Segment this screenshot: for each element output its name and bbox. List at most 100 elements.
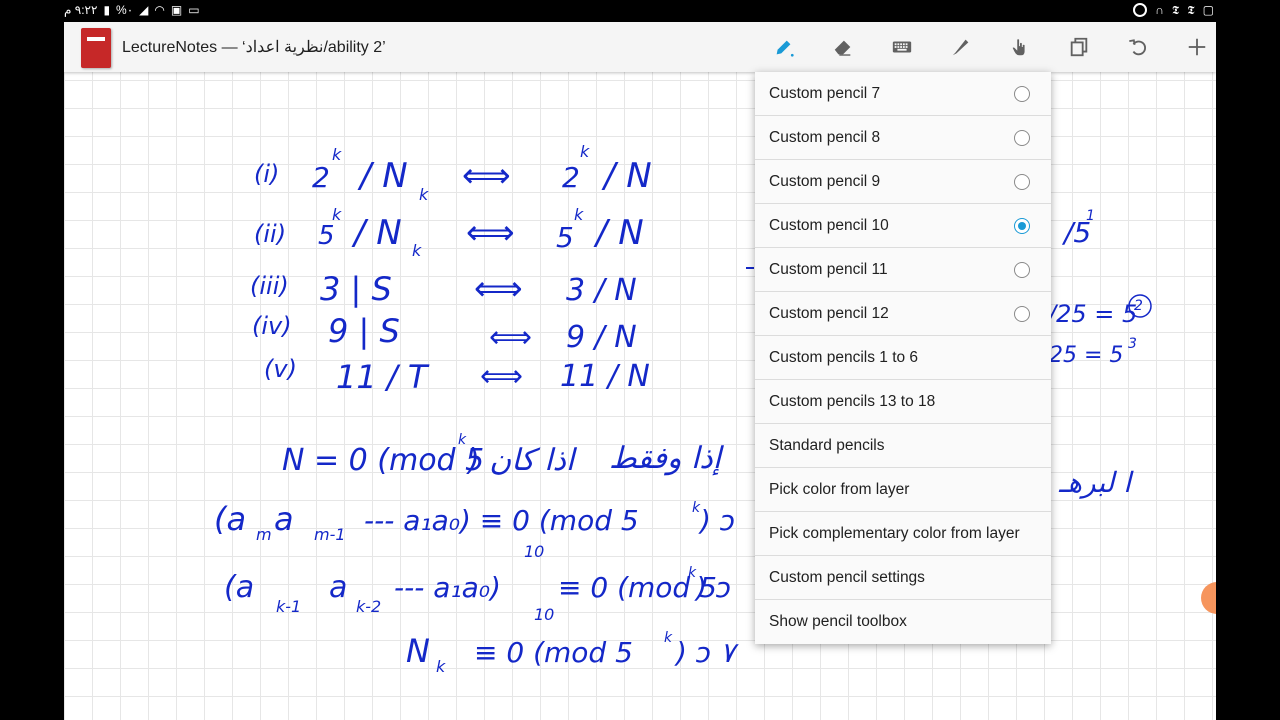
row5-right: 11 / N [560, 359, 650, 394]
keyboard-tool-button[interactable] [872, 22, 931, 72]
eq2-sub10: 10 [524, 542, 544, 561]
row2-arrow: ⟺ [466, 213, 515, 253]
right-frag1-exp: 1 [1086, 208, 1095, 224]
copy-layers-icon [1070, 37, 1087, 57]
eq4: N [406, 632, 430, 670]
row5-arrow: ⟺ [480, 359, 523, 394]
wifi-icon: ◠ [154, 3, 165, 17]
row1-left-sub: k [419, 185, 429, 204]
row2-right-exp: k [574, 205, 584, 224]
radio-button[interactable] [1014, 306, 1030, 322]
keyboard-icon [892, 41, 911, 53]
menu-item-label: Pick complementary color from layer [769, 524, 1020, 542]
menu-item-custom-pencils-13-18[interactable]: Custom pencils 13 to 18 [755, 380, 1051, 424]
row4-left: 9 | S [328, 312, 400, 350]
menu-item-label: Custom pencil 9 [769, 172, 881, 190]
pencil-tool-button[interactable] [754, 22, 813, 72]
row2-left-rest: / N [351, 213, 402, 253]
radio-button[interactable] [1014, 130, 1030, 146]
menu-item-custom-pencils-1-6[interactable]: Custom pencils 1 to 6 [755, 336, 1051, 380]
radio-button-selected[interactable] [1014, 218, 1030, 234]
menu-item-label: Custom pencil 11 [769, 260, 888, 278]
row5-label: (v) [264, 355, 297, 383]
menu-item-show-pencil-toolbox[interactable]: Show pencil toolbox [755, 600, 1051, 644]
battery-icon: ▮ [103, 3, 111, 17]
menu-item-standard-pencils[interactable]: Standard pencils [755, 424, 1051, 468]
battery-level: %٠ [116, 3, 134, 17]
arabic-frag: ا لبرهـ [1058, 466, 1134, 499]
news-icon-2: 𝕿 [1187, 3, 1195, 17]
eq1-arabic: إذا وفقط [609, 441, 725, 476]
menu-item-custom-pencil-12[interactable]: Custom pencil 12 [755, 292, 1051, 336]
add-icon [1188, 38, 1205, 56]
radio-button[interactable] [1014, 174, 1030, 190]
row4-label: (iv) [252, 312, 292, 340]
menu-item-label: Custom pencil 7 [769, 84, 881, 102]
eq2-end: ) ↄ [698, 504, 735, 537]
notification-icon: ▢ [1202, 3, 1214, 17]
status-bar: ٩:٢٢ م ▮ %٠ ◢ ◠ ▣ ▭ ∩ 𝕿 𝕿 ▢ [0, 0, 1280, 22]
row2-left: 5 [318, 221, 335, 251]
undo-icon [1128, 39, 1146, 56]
eq3-mid: a [329, 570, 347, 605]
row3-arrow: ⟺ [474, 269, 523, 309]
hand-icon [1012, 39, 1025, 56]
right-frag2: /25 = 5 [1046, 300, 1137, 328]
highlighter-tool-button[interactable] [931, 22, 990, 72]
menu-item-custom-pencil-9[interactable]: Custom pencil 9 [755, 160, 1051, 204]
menu-item-pick-color[interactable]: Pick color from layer [755, 468, 1051, 512]
row1-left-exp: k [332, 145, 342, 164]
row2-right: 5 [556, 221, 574, 254]
layers-tool-button[interactable] [1049, 22, 1108, 72]
row1-right: 2 [562, 161, 580, 194]
add-page-button[interactable] [1167, 22, 1216, 72]
row5-left: 11 / T [336, 358, 430, 396]
clock: ٩:٢٢ م [64, 3, 98, 17]
row1-label: (i) [254, 160, 279, 188]
menu-item-label: Custom pencils 1 to 6 [769, 348, 919, 366]
menu-item-custom-pencil-settings[interactable]: Custom pencil settings [755, 556, 1051, 600]
right-frag3-exp: 3 [1128, 336, 1137, 352]
eraser-tool-button[interactable] [813, 22, 872, 72]
menu-item-label: Standard pencils [769, 436, 885, 454]
radio-button[interactable] [1014, 262, 1030, 278]
menu-item-custom-pencil-10[interactable]: Custom pencil 10 [755, 204, 1051, 248]
pencil-icon [776, 40, 794, 57]
eq1-exp: k [458, 432, 467, 448]
eq3-sub1: k-1 [276, 597, 301, 616]
menu-item-label: Custom pencil 10 [769, 216, 889, 234]
eq1: N = 0 (mod 5 [282, 443, 484, 478]
menu-item-label: Custom pencil 12 [769, 304, 889, 322]
eq4-exp: k [664, 630, 673, 646]
headphones-icon: ∩ [1155, 3, 1164, 17]
app-window: LectureNotes — ‘نظرية اعداد/ability 2’ (… [64, 22, 1216, 720]
menu-item-custom-pencil-8[interactable]: Custom pencil 8 [755, 116, 1051, 160]
row3-label: (iii) [250, 272, 289, 300]
menu-item-label: Custom pencils 13 to 18 [769, 392, 936, 410]
app-logo[interactable] [81, 28, 111, 68]
eq3: (a [224, 570, 254, 605]
menu-item-pick-complementary-color[interactable]: Pick complementary color from layer [755, 512, 1051, 556]
hand-tool-button[interactable] [990, 22, 1049, 72]
row2-left-sub: k [412, 241, 422, 260]
right-frag3: 25 = 5 [1049, 343, 1123, 368]
eq2-sub1: m [256, 525, 272, 544]
menu-item-custom-pencil-11[interactable]: Custom pencil 11 [755, 248, 1051, 292]
eq2: (a [214, 500, 246, 538]
cast-icon: ▭ [188, 3, 200, 17]
menu-item-label: Pick color from layer [769, 480, 910, 498]
compass-icon [1133, 3, 1148, 17]
row2-right-rest: / N [593, 213, 644, 253]
row3-right: 3 / N [566, 273, 637, 308]
row1-arrow: ⟺ [462, 156, 511, 196]
app-title: LectureNotes — ‘نظرية اعداد/ability 2’ [122, 39, 386, 56]
menu-item-label: Show pencil toolbox [769, 613, 907, 630]
app-bar: LectureNotes — ‘نظرية اعداد/ability 2’ [64, 22, 1216, 72]
pencil-menu: Custom pencil 7 Custom pencil 8 Custom p… [755, 72, 1051, 644]
radio-button[interactable] [1014, 86, 1030, 102]
row2-label: (ii) [254, 220, 286, 248]
eq3-end: ) ↄ [694, 571, 731, 604]
undo-button[interactable] [1108, 22, 1167, 72]
menu-item-custom-pencil-7[interactable]: Custom pencil 7 [755, 72, 1051, 116]
eq3-sub2: k-2 [356, 597, 381, 616]
